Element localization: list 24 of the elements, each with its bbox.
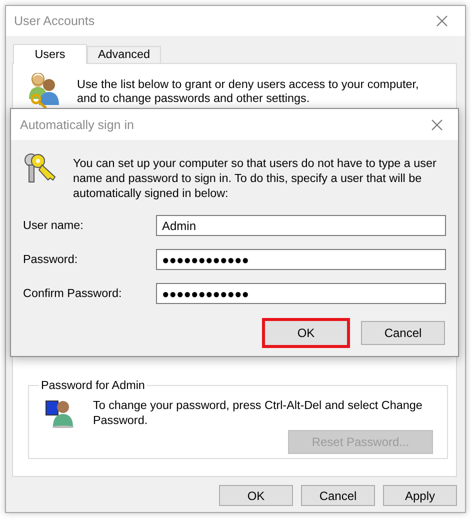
instruction-text: To change your password, press Ctrl-Alt-Del and select Change Password. (93, 398, 424, 428)
cancel-button[interactable]: Cancel (301, 485, 375, 506)
field-label: Confirm Password: (23, 287, 123, 300)
description-text: You can set up your computer so that users do not have to type a user name and password to sign in. To do this, specify a user that will be automatically signed in below: (73, 156, 438, 201)
description-text: Use the list below to grant or deny users access to your computer, and to change passwords and other settings. (77, 78, 420, 107)
close-icon (436, 15, 448, 27)
password-field[interactable]: ●●●●●●●●●●●● (156, 249, 446, 270)
window-title: User Accounts (14, 14, 95, 28)
confirm-password-field[interactable]: ●●●●●●●●●●●● (156, 283, 446, 304)
keys-icon (23, 152, 57, 184)
ok-button[interactable]: OK (264, 320, 348, 346)
tab[interactable]: Users (13, 44, 87, 64)
users-icon (27, 73, 61, 109)
user-computer-icon (45, 398, 77, 428)
ok-button[interactable]: OK (219, 485, 293, 506)
group-title: Password for Admin (40, 379, 146, 392)
tab[interactable]: Advanced (87, 46, 161, 63)
apply-button[interactable]: Apply (383, 485, 457, 506)
close-icon (431, 118, 443, 130)
field-label: User name: (23, 219, 84, 232)
field-label: Password: (23, 253, 79, 266)
user-name-field[interactable]: Admin (156, 215, 446, 236)
dialog-title: Automatically sign in (20, 118, 134, 132)
cancel-button[interactable]: Cancel (361, 321, 445, 345)
